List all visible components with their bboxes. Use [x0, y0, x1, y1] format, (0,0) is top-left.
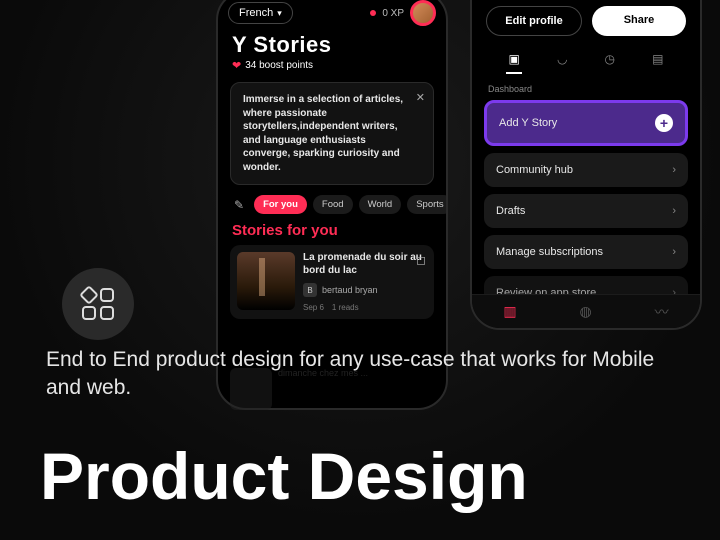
avatar[interactable] [410, 0, 436, 26]
author-row: B bertaud bryan [303, 283, 427, 297]
app-title: Y Stories [218, 30, 446, 58]
story-thumbnail [237, 252, 295, 310]
chevron-right-icon: › [672, 205, 676, 217]
tab-home-icon[interactable]: ▥ [503, 303, 516, 320]
profile-buttons: Edit profile Share [486, 6, 686, 36]
tab-grid-icon[interactable]: ▣ [501, 48, 528, 70]
chip-world[interactable]: World [359, 195, 402, 214]
story-date: Sep 6 [303, 303, 324, 312]
menu-label: Add Y Story [499, 117, 557, 129]
edit-icon[interactable]: ✎ [230, 196, 248, 214]
story-meta: La promenade du soir au bord du lac B be… [303, 252, 427, 312]
promo-canvas: French ▾ 0 XP Y Stories ❤ 34 boost point… [0, 0, 720, 540]
dashboard-menu: Add Y Story + Community hub › Drafts › M… [472, 100, 700, 310]
tab-feed-icon[interactable]: ◍ [580, 303, 592, 320]
chip-food[interactable]: Food [313, 195, 353, 214]
chevron-right-icon: › [672, 246, 676, 258]
phone-mockup-profile: 0 Followers Edit profile Share ▣ ◡ ◷ ▤ D… [470, 0, 702, 330]
menu-subscriptions[interactable]: Manage subscriptions › [484, 235, 688, 269]
author-badge: B [303, 283, 317, 297]
chip-sports[interactable]: Sports [407, 195, 446, 214]
feature-badge [62, 268, 134, 340]
marketing-copy: End to End product design for any use-ca… [46, 346, 680, 403]
category-chips: ✎ For you Food World Sports Healt [218, 193, 446, 222]
tab-cup-icon[interactable]: ◡ [549, 48, 575, 70]
profile-tabs: ▣ ◡ ◷ ▤ [472, 46, 700, 74]
story-reads: 1 reads [332, 303, 359, 312]
language-label: French [239, 7, 273, 19]
tab-stats-icon[interactable]: 〰 [655, 302, 669, 322]
menu-drafts[interactable]: Drafts › [484, 194, 688, 228]
tab-clock-icon[interactable]: ◷ [597, 48, 623, 70]
heart-icon: ❤ [232, 59, 241, 72]
record-dot-icon [370, 10, 376, 16]
xp-value: 0 XP [382, 8, 404, 19]
menu-label: Community hub [496, 164, 573, 176]
dashboard-label: Dashboard [472, 74, 700, 100]
story-card[interactable]: La promenade du soir au bord du lac B be… [230, 245, 434, 319]
chevron-down-icon: ▾ [277, 8, 282, 19]
apps-grid-icon [82, 288, 114, 320]
section-heading: Stories for you [218, 222, 446, 245]
xp-group: 0 XP [370, 0, 436, 26]
chevron-right-icon: › [672, 164, 676, 176]
tab-archive-icon[interactable]: ▤ [644, 48, 671, 70]
plus-icon: + [655, 114, 673, 132]
author-name: bertaud bryan [322, 285, 378, 295]
menu-label: Drafts [496, 205, 525, 217]
menu-community-hub[interactable]: Community hub › [484, 153, 688, 187]
boost-row: ❤ 34 boost points [218, 58, 446, 80]
close-icon[interactable]: ✕ [416, 91, 425, 104]
bottom-tab-bar: ▥ ◍ 〰 [472, 294, 700, 328]
promo-card: Immerse in a selection of articles, wher… [230, 82, 434, 185]
promo-text: Immerse in a selection of articles, wher… [243, 93, 405, 174]
share-button[interactable]: Share [592, 6, 686, 36]
menu-label: Manage subscriptions [496, 246, 603, 258]
top-bar: French ▾ 0 XP [218, 0, 446, 30]
boost-points: 34 boost points [245, 60, 313, 71]
bookmark-icon[interactable]: ◻ [416, 253, 426, 267]
edit-profile-button[interactable]: Edit profile [486, 6, 582, 36]
language-selector[interactable]: French ▾ [228, 2, 293, 24]
chip-for-you[interactable]: For you [254, 195, 307, 214]
story-title: La promenade du soir au bord du lac [303, 252, 427, 277]
story-subline: Sep 6 1 reads [303, 303, 427, 312]
menu-add-story[interactable]: Add Y Story + [484, 100, 688, 146]
marketing-headline: Product Design [40, 438, 528, 514]
